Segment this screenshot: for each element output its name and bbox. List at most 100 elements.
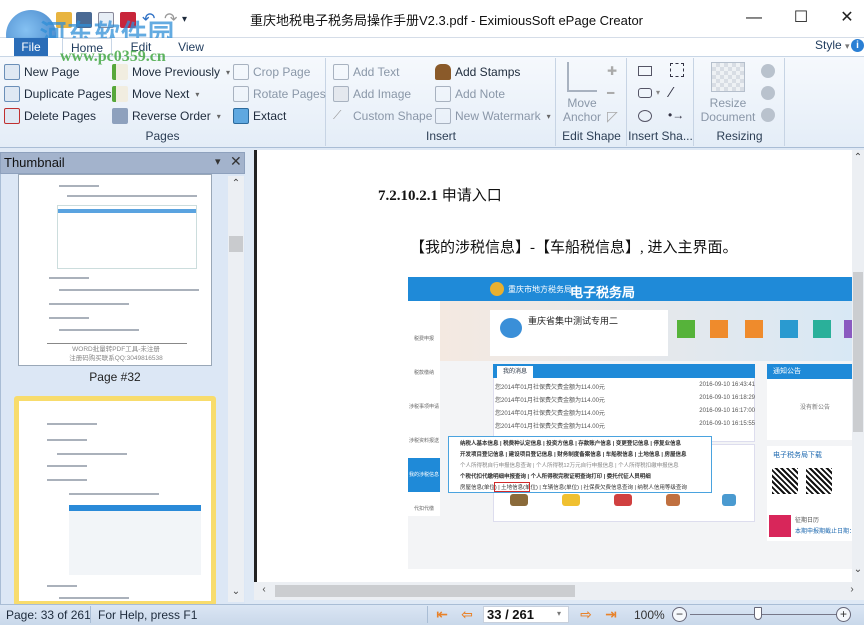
resize-label-1: Resize bbox=[709, 96, 747, 110]
calendar-icon bbox=[769, 515, 791, 537]
new-watermark-button[interactable]: New Watermark ▾ bbox=[435, 106, 551, 126]
new-page-button[interactable]: New Page bbox=[4, 62, 79, 82]
add-text-label: Add Text bbox=[353, 65, 400, 79]
chevron-down-icon[interactable]: ▾ bbox=[656, 88, 660, 97]
info-icon[interactable]: i bbox=[851, 39, 864, 52]
user-avatar-icon bbox=[500, 318, 522, 338]
site-sidebar-items: 税费申报 税款缴纳 涉税事项申请 涉税资料报送 我的涉税信息 代扣代缴 bbox=[408, 322, 440, 526]
menu-row: 个税代扣代缴明细申报查询 | 个人所得税完税证明查询打印 | 委托代征人员明细 bbox=[460, 474, 651, 480]
add-text-button[interactable]: Add Text bbox=[333, 62, 399, 82]
zoom-in-button[interactable]: + bbox=[836, 607, 851, 622]
message-row: 您2014年01月社保费欠费金额为114.00元 2016-09-10 16:18… bbox=[495, 395, 755, 404]
thumb-text-line bbox=[59, 185, 99, 187]
first-page-button[interactable]: ⇤ bbox=[434, 607, 450, 621]
add-image-button[interactable]: Add Image bbox=[333, 84, 411, 104]
ellipse-shape-icon[interactable] bbox=[638, 110, 652, 122]
rounded-rectangle-icon[interactable] bbox=[638, 88, 652, 98]
extract-icon bbox=[233, 108, 249, 124]
ribbon-group-insert: Add Text Add Image ⟋ Custom Shape Add Sta… bbox=[327, 58, 556, 146]
scroll-down-icon[interactable]: ⌄ bbox=[852, 564, 864, 575]
message-time: 2016-09-10 16:17:00 bbox=[699, 408, 755, 414]
zoom-out-button[interactable]: − bbox=[672, 607, 687, 622]
message-text: 您2014年01月社保费欠费金额为114.00元 bbox=[495, 411, 605, 417]
tile-icon bbox=[813, 320, 831, 338]
maximize-button[interactable]: ☐ bbox=[784, 6, 818, 30]
delete-pages-icon bbox=[4, 108, 20, 124]
thumb-text-line bbox=[59, 289, 199, 291]
fit-height-icon[interactable] bbox=[761, 86, 775, 100]
thumbnail-scrollbar[interactable]: ⌃ ⌄ bbox=[228, 176, 244, 602]
thumb-text-line bbox=[57, 453, 127, 455]
vertical-scrollbar-thumb[interactable] bbox=[853, 272, 863, 432]
highlight-box bbox=[494, 482, 530, 492]
horizontal-scrollbar-thumb[interactable] bbox=[275, 585, 575, 597]
chevron-down-icon: ▾ bbox=[546, 111, 551, 121]
customize-quick-access-icon[interactable]: ▾ bbox=[182, 12, 198, 28]
scroll-up-icon[interactable]: ⌃ bbox=[228, 178, 244, 189]
scrollbar-thumb[interactable] bbox=[229, 236, 243, 252]
next-page-button[interactable]: ⇨ bbox=[578, 607, 594, 621]
rectangle-shape-icon[interactable] bbox=[638, 66, 652, 76]
pen-anchor-icon bbox=[567, 62, 597, 92]
shrink-icon[interactable] bbox=[761, 64, 775, 78]
crop-page-button[interactable]: Crop Page bbox=[233, 62, 310, 82]
crop-page-icon bbox=[233, 64, 249, 80]
service-icon bbox=[614, 494, 632, 506]
add-note-button[interactable]: Add Note bbox=[435, 84, 505, 104]
add-stamps-button[interactable]: Add Stamps bbox=[435, 62, 520, 82]
tab-view[interactable]: View bbox=[170, 38, 212, 56]
thumb-text-line bbox=[69, 493, 159, 495]
thumb-text-line bbox=[47, 423, 97, 425]
service-icon bbox=[722, 494, 736, 506]
add-anchor-icon[interactable]: ✚ bbox=[607, 64, 617, 78]
arrow-line-icon[interactable]: •→ bbox=[668, 108, 684, 122]
line-shape-icon[interactable]: ⁄ bbox=[670, 84, 673, 101]
page-dropdown-icon[interactable]: ▾ bbox=[557, 609, 561, 618]
move-next-button[interactable]: Move Next ▾ bbox=[112, 84, 199, 104]
close-button[interactable]: ✕ bbox=[830, 6, 864, 30]
extract-button[interactable]: Extact bbox=[233, 106, 286, 126]
last-page-button[interactable]: ⇥ bbox=[603, 607, 619, 621]
reverse-order-label: Reverse Order bbox=[132, 109, 211, 123]
style-menu[interactable]: Style ▾ bbox=[815, 38, 850, 52]
duplicate-pages-button[interactable]: Duplicate Pages bbox=[4, 84, 111, 104]
minimize-button[interactable]: — bbox=[737, 6, 771, 30]
sidebar-item: 我的涉税信息 bbox=[408, 458, 440, 492]
thumbnail-page-32[interactable]: WORD批量转PDF工具-未注册 注册码购买联系QQ:3049816538 bbox=[18, 174, 212, 366]
fit-both-icon[interactable] bbox=[761, 108, 775, 122]
thumb-text-line bbox=[47, 465, 87, 467]
move-anchor-button[interactable]: Move Anchor bbox=[559, 62, 605, 124]
rotate-pages-button[interactable]: Rotate Pages bbox=[233, 84, 326, 104]
remove-anchor-icon[interactable]: ━ bbox=[607, 86, 614, 100]
zoom-slider-track[interactable] bbox=[690, 614, 842, 615]
scroll-right-icon[interactable]: › bbox=[844, 584, 860, 595]
resize-document-button[interactable]: Resize Document bbox=[699, 62, 757, 124]
stamp-icon bbox=[435, 64, 451, 80]
chevron-down-icon: ▾ bbox=[226, 67, 231, 77]
tile-icon bbox=[780, 320, 798, 338]
note-icon bbox=[435, 86, 451, 102]
scroll-up-icon[interactable]: ⌃ bbox=[852, 152, 864, 163]
custom-shape-button[interactable]: ⟋ Custom Shape bbox=[333, 106, 432, 126]
scroll-left-icon[interactable]: ‹ bbox=[256, 584, 272, 595]
delete-pages-button[interactable]: Delete Pages bbox=[4, 106, 96, 126]
panel-close-icon[interactable]: ✕ bbox=[230, 153, 242, 170]
reverse-order-button[interactable]: Reverse Order ▾ bbox=[112, 106, 221, 126]
panel-menu-icon[interactable]: ▾ bbox=[215, 155, 221, 168]
thumb-text-line bbox=[47, 479, 87, 481]
tab-file[interactable]: File bbox=[14, 38, 48, 56]
group-label-resizing: Resizing bbox=[716, 129, 763, 143]
rotate-pages-icon bbox=[233, 86, 249, 102]
thumbnail-page-33-selected[interactable] bbox=[14, 396, 216, 606]
selection-rect-icon[interactable] bbox=[670, 63, 684, 77]
thumb-text-line bbox=[59, 597, 129, 599]
previous-page-button[interactable]: ⇦ bbox=[459, 607, 475, 621]
corner-anchor-icon[interactable]: ◸ bbox=[607, 108, 618, 125]
move-next-icon bbox=[112, 86, 128, 102]
zoom-slider-thumb[interactable] bbox=[754, 607, 763, 620]
scroll-down-icon[interactable]: ⌄ bbox=[228, 586, 244, 597]
delete-pages-label: Delete Pages bbox=[24, 109, 97, 123]
move-previously-button[interactable]: Move Previously ▾ bbox=[112, 62, 230, 82]
thumb-footer-line2: 注册码购买联系QQ:3049816538 bbox=[69, 355, 163, 362]
qr-code-icon bbox=[772, 468, 798, 494]
